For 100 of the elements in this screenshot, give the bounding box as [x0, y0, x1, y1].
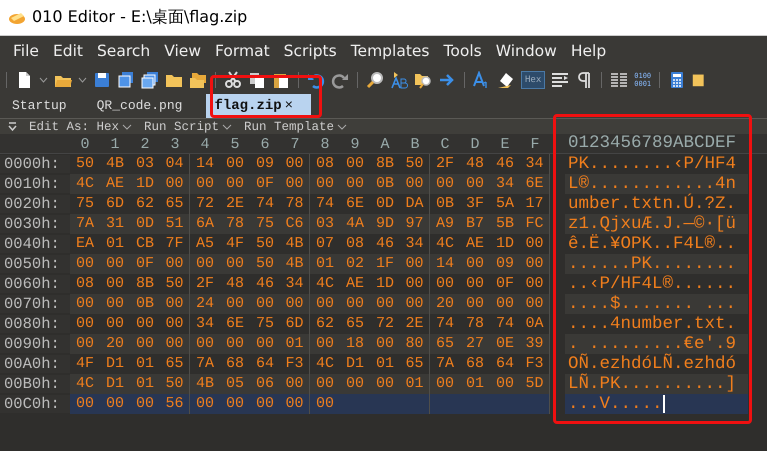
hex-byte[interactable]: 00 [310, 394, 340, 414]
hex-byte[interactable]: 00 [190, 174, 220, 194]
hex-byte[interactable]: 4C [70, 374, 100, 394]
hex-byte[interactable]: 18 [340, 334, 370, 354]
hex-byte[interactable]: 2E [220, 194, 250, 214]
hex-byte[interactable]: 4B [100, 154, 130, 174]
hex-byte[interactable]: 5A [490, 194, 520, 214]
hex-byte[interactable]: 0F [490, 274, 520, 294]
hex-byte[interactable]: 00 [490, 294, 520, 314]
menu-item[interactable]: Window [488, 42, 564, 60]
hex-byte[interactable]: 08 [310, 154, 340, 174]
save-icon[interactable] [93, 70, 111, 88]
hex-byte[interactable]: EA [70, 234, 100, 254]
menu-item[interactable]: Search [90, 42, 158, 60]
hex-byte[interactable]: 75 [70, 194, 100, 214]
compare-icon[interactable] [551, 70, 570, 88]
hex-byte[interactable]: 24 [190, 294, 220, 314]
hex-byte[interactable]: 50 [250, 234, 280, 254]
hex-byte[interactable]: 09 [490, 254, 520, 274]
hex-byte[interactable]: 74 [310, 194, 340, 214]
hex-byte[interactable]: 00 [280, 394, 310, 414]
hex-byte[interactable]: 7A [190, 354, 220, 374]
hex-byte[interactable]: 00 [70, 294, 100, 314]
hex-byte[interactable]: 00 [370, 294, 400, 314]
hex-byte[interactable]: 00 [130, 334, 160, 354]
hex-byte[interactable]: 01 [100, 234, 130, 254]
hex-byte[interactable]: 20 [100, 334, 130, 354]
hex-byte[interactable]: B7 [460, 214, 490, 234]
menu-item[interactable]: Scripts [276, 42, 344, 60]
columns-icon[interactable] [610, 70, 628, 88]
hex-byte[interactable]: 74 [490, 314, 520, 334]
hex-byte[interactable]: 00 [430, 374, 460, 394]
hex-byte[interactable]: 00 [370, 334, 400, 354]
hex-byte[interactable]: 72 [370, 314, 400, 334]
hex-byte[interactable]: 01 [370, 354, 400, 374]
hex-byte[interactable]: 74 [430, 314, 460, 334]
hex-byte[interactable]: 7A [70, 214, 100, 234]
hex-byte[interactable]: 01 [460, 374, 490, 394]
hex-byte[interactable]: 0D [370, 194, 400, 214]
hex-byte[interactable]: 34 [490, 174, 520, 194]
hex-byte[interactable]: 00 [310, 334, 340, 354]
caret-icon[interactable] [122, 122, 132, 130]
search-icon[interactable] [366, 70, 384, 88]
hex-byte[interactable]: 00 [460, 254, 490, 274]
hex-byte[interactable]: 00 [100, 394, 130, 414]
toolbar-dropdown[interactable]: Run Script [144, 120, 232, 134]
hex-byte[interactable]: 00 [460, 274, 490, 294]
hex-byte[interactable]: 00 [100, 254, 130, 274]
hex-byte[interactable]: 50 [250, 254, 280, 274]
hex-byte[interactable]: 00 [310, 294, 340, 314]
hex-byte[interactable]: 00 [220, 394, 250, 414]
menu-item[interactable]: Templates [344, 42, 437, 60]
hex-byte[interactable]: 4C [430, 234, 460, 254]
hex-byte[interactable]: 07 [310, 234, 340, 254]
hex-byte[interactable]: 1F [370, 254, 400, 274]
menu-item[interactable]: Help [564, 42, 614, 60]
hex-byte[interactable]: 46 [490, 154, 520, 174]
hex-byte[interactable]: 05 [220, 374, 250, 394]
hex-byte[interactable]: A5 [190, 234, 220, 254]
menu-item[interactable]: Format [208, 42, 277, 60]
hex-byte[interactable]: 78 [460, 314, 490, 334]
hex-byte[interactable]: 00 [250, 294, 280, 314]
hex-byte[interactable]: 00 [310, 374, 340, 394]
hex-byte[interactable]: 00 [70, 254, 100, 274]
hex-byte[interactable]: 1D [490, 234, 520, 254]
hex-byte[interactable]: 00 [190, 394, 220, 414]
hex-byte[interactable]: 65 [430, 334, 460, 354]
hex-byte[interactable]: 20 [430, 294, 460, 314]
hex-byte[interactable]: 8B [130, 274, 160, 294]
hex-byte[interactable]: 00 [250, 394, 280, 414]
file-tab[interactable]: QR_code.png [90, 95, 202, 118]
menu-item[interactable]: Edit [46, 42, 90, 60]
hex-byte[interactable]: 0D [130, 214, 160, 234]
hex-byte[interactable]: 00 [340, 374, 370, 394]
hex-byte[interactable]: 62 [130, 194, 160, 214]
hex-byte[interactable]: 00 [220, 254, 250, 274]
hex-byte[interactable]: 1D [130, 174, 160, 194]
hex-byte[interactable]: CB [130, 234, 160, 254]
hex-byte[interactable]: AE [460, 234, 490, 254]
toolbar-dropdown[interactable]: Run Template [244, 120, 348, 134]
hex-byte[interactable]: 00 [190, 334, 220, 354]
hex-byte[interactable]: 5B [490, 214, 520, 234]
hex-byte[interactable]: 0E [490, 334, 520, 354]
hex-byte[interactable]: 6E [340, 194, 370, 214]
hex-byte[interactable]: 68 [460, 354, 490, 374]
hex-byte[interactable]: 64 [490, 354, 520, 374]
hex-byte[interactable]: D1 [340, 354, 370, 374]
hex-byte[interactable]: AE [340, 274, 370, 294]
hex-byte[interactable]: AE [100, 174, 130, 194]
hex-byte[interactable]: 27 [460, 334, 490, 354]
hex-byte[interactable]: 48 [460, 154, 490, 174]
close-icon[interactable]: × [284, 98, 294, 114]
hex-byte[interactable]: 4A [340, 214, 370, 234]
scissors-icon[interactable] [224, 70, 242, 88]
caret-icon[interactable] [337, 122, 348, 130]
copy-icon[interactable] [248, 70, 266, 88]
hex-byte[interactable]: 4F [70, 354, 100, 374]
hex-byte[interactable]: 06 [250, 374, 280, 394]
hex-byte[interactable]: 6E [220, 314, 250, 334]
hex-byte[interactable]: 9D [370, 214, 400, 234]
